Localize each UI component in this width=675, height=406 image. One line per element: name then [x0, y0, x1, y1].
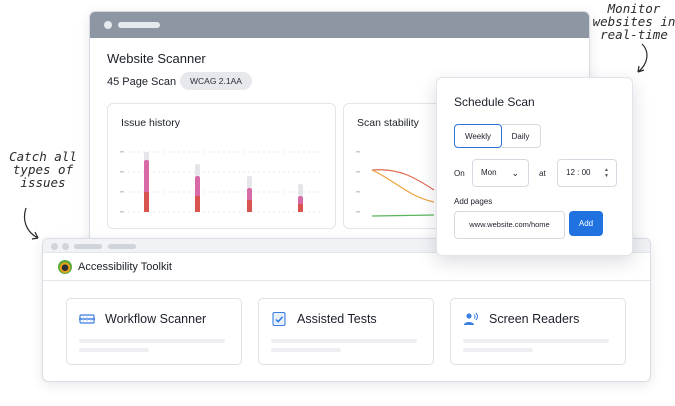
scanner-title: Website Scanner [107, 51, 206, 66]
window-dot [104, 21, 112, 29]
up-down-arrows-icon[interactable]: ▲ ▼ [604, 167, 609, 179]
text-placeholder [463, 348, 533, 352]
checklist-icon [272, 311, 286, 327]
bar-pink [144, 160, 149, 196]
toolkit-header: Accessibility Toolkit [43, 253, 650, 281]
tool-card-assisted-tests[interactable]: Assisted Tests [258, 298, 434, 365]
bar-red [144, 192, 149, 212]
tool-label: Screen Readers [489, 312, 580, 326]
time-stepper[interactable]: 12 : 00 ▲ ▼ [557, 159, 617, 187]
toolkit-logo-icon [58, 260, 72, 274]
bar-grey [298, 184, 303, 196]
window-dot [62, 243, 69, 250]
annotation-monitor: Monitor websites in real-time [592, 1, 675, 42]
scan-label: 45 Page Scan [107, 76, 177, 88]
page-url-input[interactable]: www.website.com/home [454, 211, 565, 239]
text-placeholder [271, 348, 341, 352]
bar-group [247, 176, 252, 212]
tick-mark [356, 211, 360, 213]
tool-card-screen-readers[interactable]: Screen Readers [450, 298, 626, 365]
add-page-button[interactable]: Add [569, 211, 603, 236]
text-placeholder [271, 339, 417, 343]
bar-pink [195, 176, 200, 198]
issue-history-chart [120, 151, 323, 213]
text-placeholder [79, 339, 225, 343]
tick-mark [120, 171, 124, 173]
tick-mark [120, 151, 124, 153]
tick-mark [120, 211, 124, 213]
window-dot [51, 243, 58, 250]
bar-red [247, 200, 252, 212]
series-line-orange [371, 169, 435, 203]
wcag-badge: WCAG 2.1AA [180, 72, 252, 90]
tick-mark [356, 191, 360, 193]
tick-mark [356, 151, 360, 153]
day-select-value: Mon [481, 168, 497, 177]
tool-label: Workflow Scanner [105, 312, 207, 326]
add-pages-label: Add pages [454, 197, 493, 206]
series-line-red [371, 169, 435, 191]
tick-mark [356, 171, 360, 173]
titlebar-placeholder [108, 244, 136, 249]
bar-group [195, 164, 200, 212]
schedule-scan-popup: Schedule Scan Weekly Daily On Mon ⌄ at 1… [436, 77, 633, 256]
toolkit-title: Accessibility Toolkit [78, 261, 172, 273]
time-value: 12 : 00 [566, 168, 591, 177]
titlebar-placeholder [74, 244, 102, 249]
text-placeholder [463, 339, 609, 343]
frequency-daily-tab[interactable]: Daily [501, 124, 541, 148]
bar-red [298, 204, 303, 212]
curved-arrow-icon [23, 207, 39, 240]
scanner-icon [79, 314, 95, 324]
bar-grey [247, 176, 252, 188]
scan-stability-title: Scan stability [357, 117, 419, 129]
schedule-title: Schedule Scan [454, 95, 535, 109]
titlebar-placeholder [118, 22, 160, 28]
bar-group [298, 184, 303, 212]
tool-label: Assisted Tests [297, 312, 377, 326]
window-titlebar [90, 12, 589, 38]
tool-card-workflow-scanner[interactable]: Workflow Scanner [66, 298, 242, 365]
bar-red [195, 196, 200, 212]
curved-arrow-icon [637, 43, 648, 73]
annotation-catch-issues: Catch all types of issues [9, 149, 77, 190]
series-line-green [371, 214, 435, 217]
bar-group [144, 152, 149, 212]
tick-mark [120, 191, 124, 193]
text-placeholder [79, 348, 149, 352]
issue-history-card: Issue history [107, 103, 336, 229]
at-label: at [539, 169, 546, 178]
issue-history-title: Issue history [121, 117, 180, 129]
speaker-person-icon [464, 312, 478, 325]
chart-gridlines [128, 151, 323, 213]
chevron-down-icon: ⌄ [511, 168, 519, 178]
on-label: On [454, 169, 465, 178]
bar-pink [247, 188, 252, 202]
bar-grey [195, 164, 200, 176]
frequency-weekly-tab[interactable]: Weekly [454, 124, 502, 148]
day-select[interactable]: Mon ⌄ [472, 159, 529, 187]
accessibility-toolkit-window: Accessibility Toolkit Workflow Scanner A… [42, 238, 651, 382]
